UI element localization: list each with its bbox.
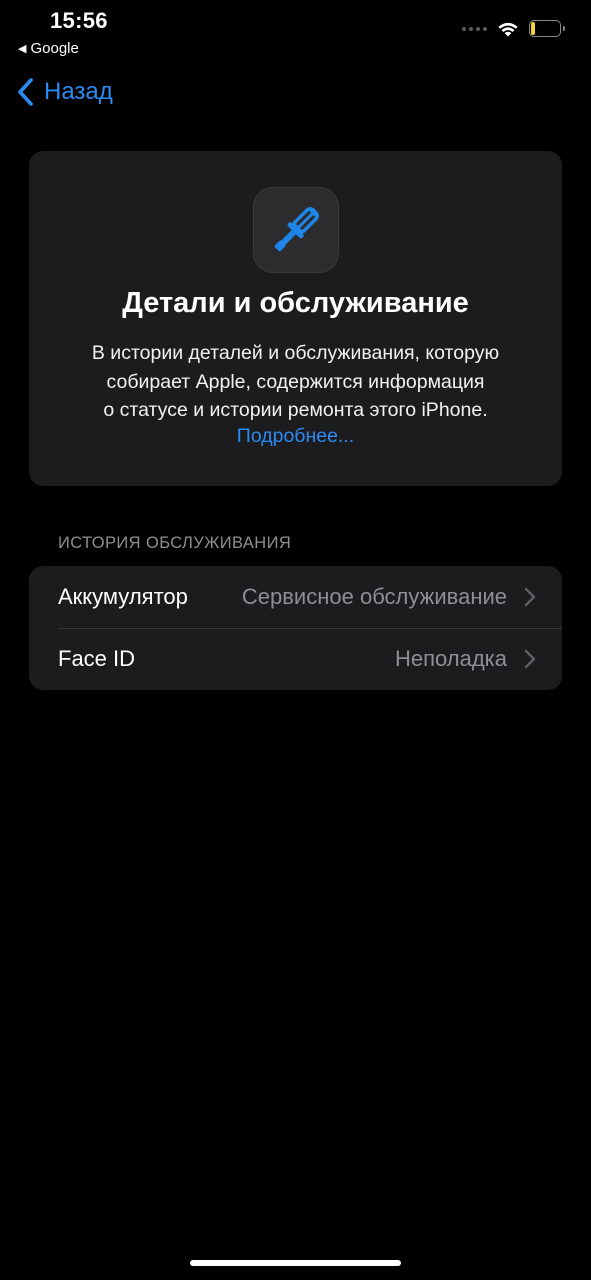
row-value: Неполадка: [394, 646, 507, 671]
description-line: В истории деталей и обслуживания, котору…: [91, 342, 500, 364]
service-row-battery[interactable]: Аккумулятор Сервисное обслуживание: [29, 566, 562, 628]
section-header-service-history: ИСТОРИЯ ОБСЛУЖИВАНИЯ: [58, 534, 292, 552]
status-time: 15:56: [50, 8, 108, 33]
parts-service-info-card: Детали и обслуживание В истории деталей …: [29, 151, 562, 486]
return-app-name: Google: [30, 40, 79, 57]
description-line: о статусе и истории ремонта этого iPhone…: [103, 399, 488, 421]
wifi-icon: [498, 22, 518, 36]
back-button[interactable]: Назад: [17, 78, 113, 106]
chevron-right-icon: [524, 587, 536, 607]
return-to-app-link[interactable]: ◀ Google: [18, 40, 79, 57]
back-triangle-icon: ◀: [18, 43, 27, 55]
row-value: Сервисное обслуживание: [241, 584, 507, 609]
learn-more-link[interactable]: Подробнее...: [29, 425, 562, 448]
home-indicator[interactable]: [190, 1260, 401, 1266]
screwdriver-icon: [253, 187, 339, 273]
chevron-left-icon: [18, 78, 33, 106]
row-label: Аккумулятор: [58, 584, 188, 609]
row-label: Face ID: [58, 646, 136, 671]
battery-icon: 14: [529, 20, 565, 37]
back-label: Назад: [44, 78, 113, 105]
description-line: собирает Apple, содержится информация: [106, 370, 485, 393]
chevron-right-icon: [524, 649, 536, 669]
battery-fill: [531, 22, 535, 35]
cellular-dots-icon: [462, 26, 487, 31]
card-title: Детали и обслуживание: [122, 287, 469, 319]
battery-level: 14: [537, 21, 553, 36]
service-history-list: Аккумулятор Сервисное обслуживание Face …: [29, 566, 562, 690]
status-indicators: 14: [462, 20, 565, 37]
service-row-face-id[interactable]: Face ID Неполадка: [29, 628, 562, 690]
card-description: В истории деталей и обслуживания, котору…: [49, 339, 542, 425]
